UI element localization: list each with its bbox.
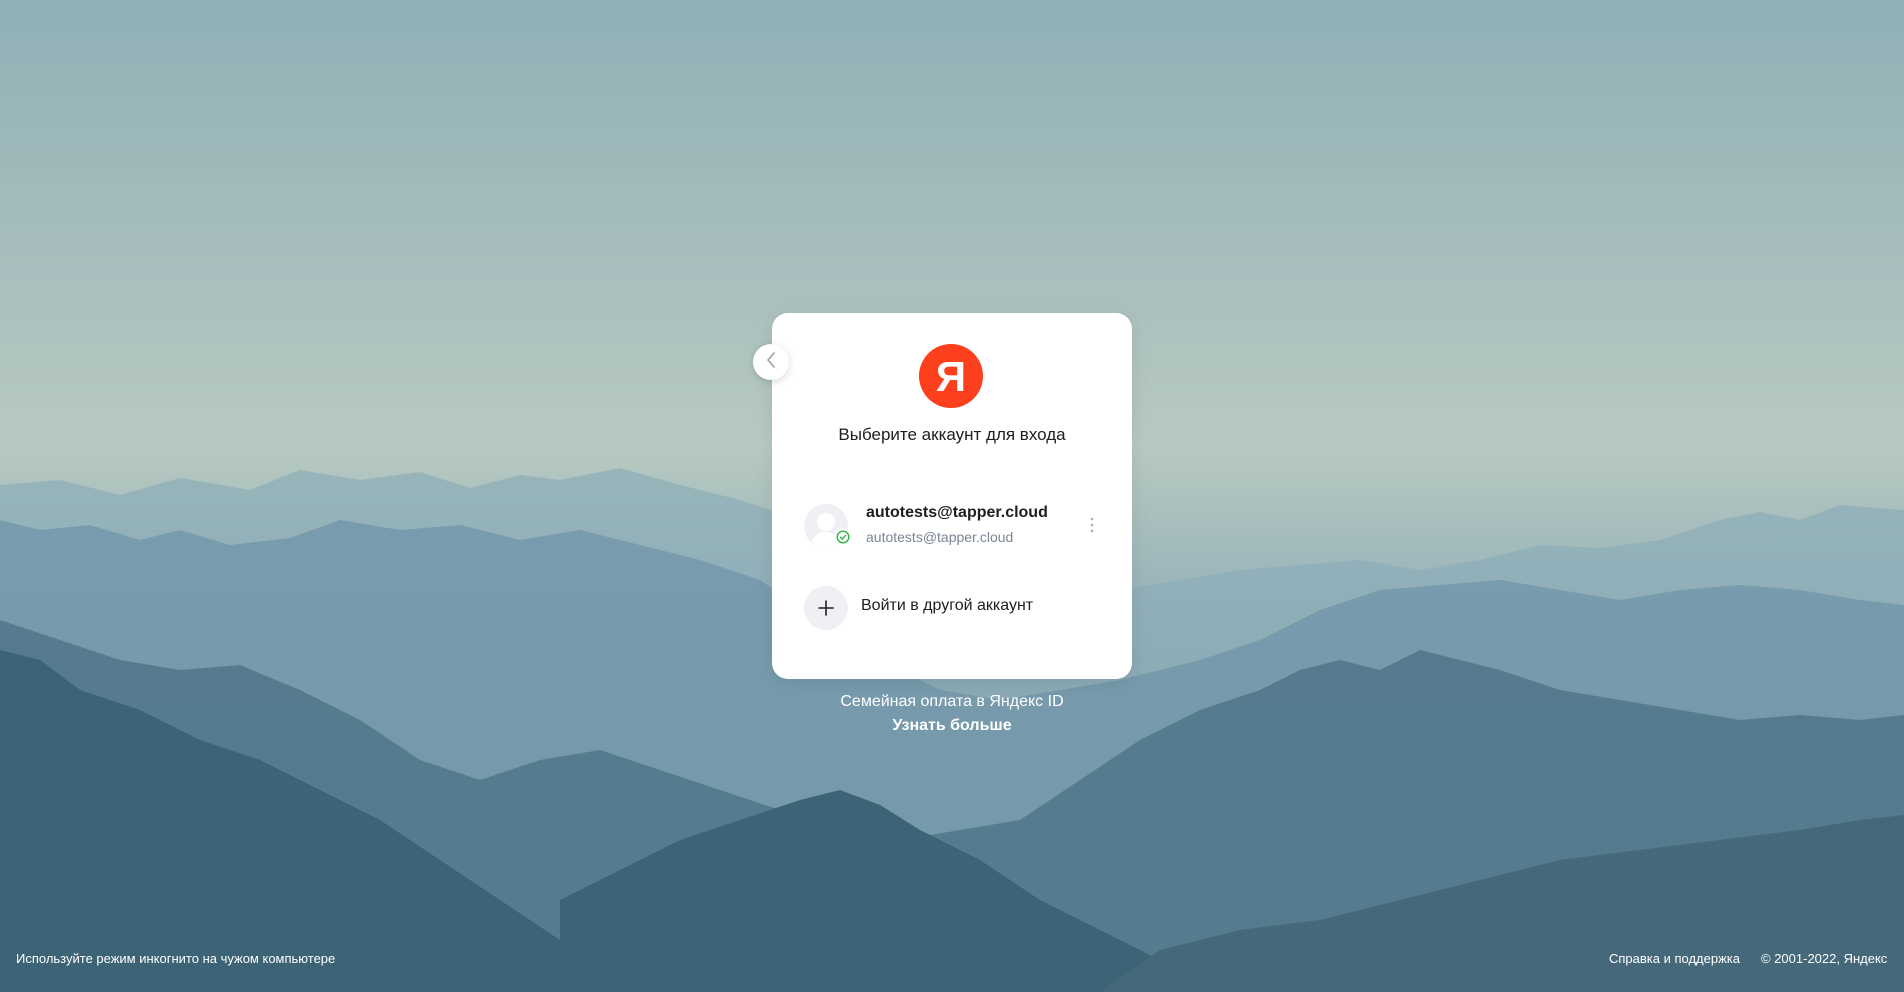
promo-learn-more-link[interactable]: Узнать больше: [772, 717, 1132, 735]
plus-icon: [804, 586, 848, 630]
check-circle-icon: [834, 528, 852, 546]
add-account-label: Войти в другой аккаунт: [861, 597, 1034, 614]
chevron-left-icon: [764, 351, 778, 374]
copyright-text: © 2001-2022, Яндекс: [1761, 951, 1888, 966]
promo-text: Семейная оплата в Яндекс ID: [840, 693, 1064, 710]
card-title: Выберите аккаунт для входа: [838, 425, 1066, 444]
account-login: autotests@tapper.cloud: [866, 504, 1048, 521]
help-support-link[interactable]: Справка и поддержка: [1609, 951, 1740, 966]
more-vertical-icon[interactable]: [1082, 510, 1102, 540]
account-email: autotests@tapper.cloud: [866, 529, 1014, 545]
back-button[interactable]: [753, 344, 789, 380]
add-account-button[interactable]: Войти в другой аккаунт: [796, 580, 1108, 636]
account-item[interactable]: autotests@tapper.cloud autotests@tapper.…: [796, 496, 1108, 556]
incognito-hint: Используйте режим инкогнито на чужом ком…: [16, 951, 336, 966]
yandex-logo-icon: Я: [919, 344, 983, 408]
logo-letter: Я: [935, 353, 967, 400]
